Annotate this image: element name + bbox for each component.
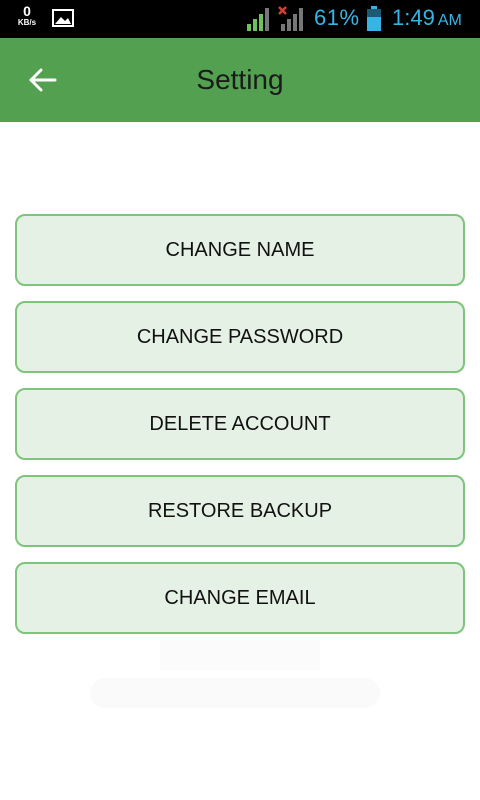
settings-button-list: CHANGE NAME CHANGE PASSWORD DELETE ACCOU…	[15, 214, 465, 649]
clock: 1:49 AM	[392, 5, 462, 31]
image-notification-icon	[52, 9, 74, 27]
battery-icon	[367, 6, 381, 31]
back-button[interactable]	[22, 60, 62, 100]
faded-background-artifact	[160, 640, 320, 670]
page-title: Setting	[196, 64, 284, 95]
change-password-button[interactable]: CHANGE PASSWORD	[15, 301, 465, 373]
network-speed-value: 0	[23, 3, 31, 19]
clock-ampm: AM	[437, 12, 462, 29]
status-bar: 0 KB/s 61% 1:49 AM	[0, 0, 480, 38]
change-name-button[interactable]: CHANGE NAME	[15, 214, 465, 286]
arrow-left-icon	[29, 68, 57, 92]
network-speed-indicator: 0 KB/s	[14, 4, 40, 27]
faded-background-artifact-2	[90, 678, 380, 708]
battery-percentage: 61%	[314, 5, 360, 30]
restore-backup-button[interactable]: RESTORE BACKUP	[15, 475, 465, 547]
delete-account-button[interactable]: DELETE ACCOUNT	[15, 388, 465, 460]
change-email-button[interactable]: CHANGE EMAIL	[15, 562, 465, 634]
no-signal-icon	[278, 6, 303, 31]
app-bar: Setting	[0, 38, 480, 122]
network-speed-unit: KB/s	[17, 18, 37, 27]
signal-strength-icon	[247, 8, 269, 31]
clock-time: 1:49	[392, 5, 435, 30]
